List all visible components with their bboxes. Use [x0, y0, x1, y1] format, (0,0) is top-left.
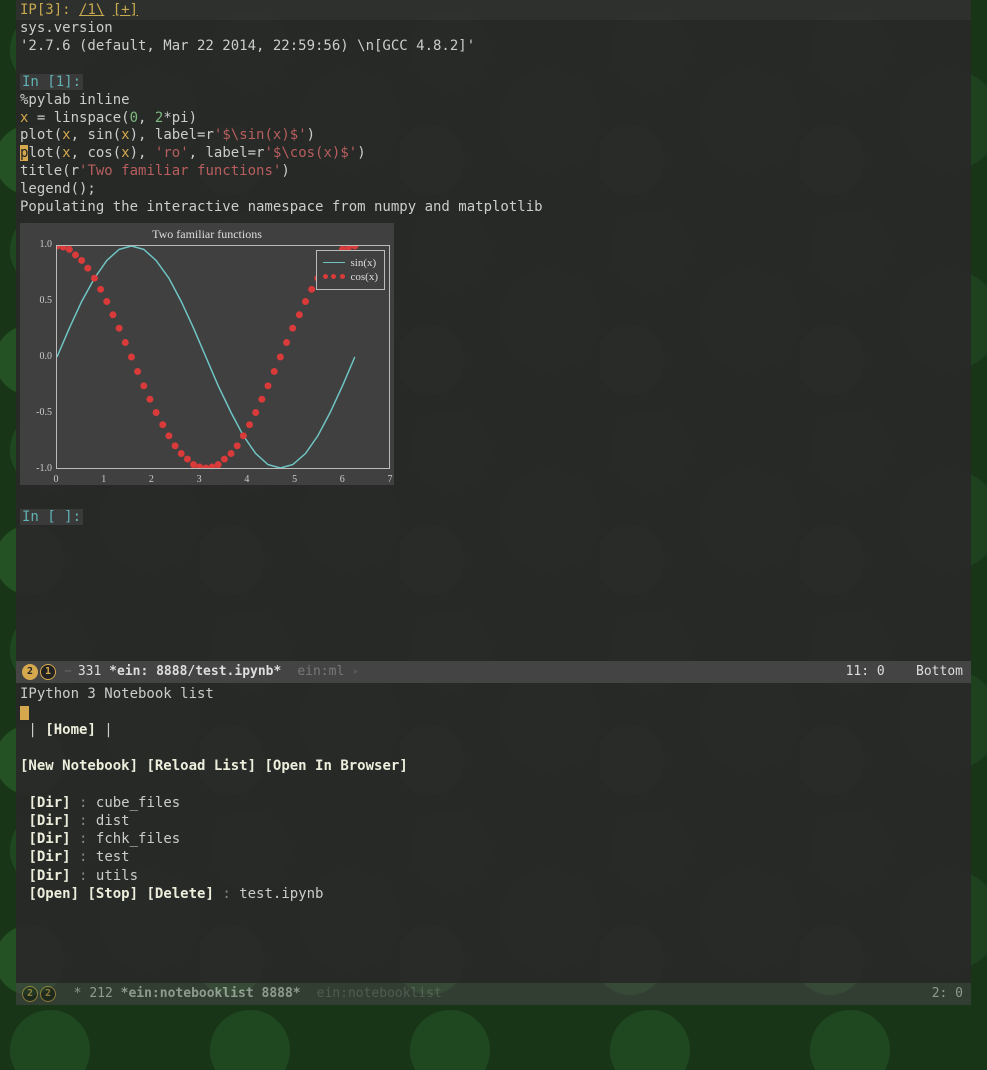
- scroll-pos: Bottom: [916, 664, 963, 679]
- major-mode: ein:ml: [297, 664, 344, 679]
- breadcrumb: | [Home] |: [20, 721, 967, 739]
- dir-button[interactable]: [Dir]: [28, 795, 70, 811]
- open-in-browser-button[interactable]: [Open In Browser]: [264, 758, 407, 774]
- modeline-bottom: 2 2 * 212 *ein:notebooklist 8888* ein:no…: [16, 983, 971, 1005]
- dir-button[interactable]: [Dir]: [28, 831, 70, 847]
- delete-button[interactable]: [Delete]: [146, 886, 213, 902]
- code-line[interactable]: x = linspace(0, 2*pi): [16, 110, 971, 128]
- tab-bar: IP[3]: /1\ [+]: [16, 0, 971, 20]
- tab-add[interactable]: [+]: [113, 2, 138, 18]
- reload-list-button[interactable]: [Reload List]: [146, 758, 256, 774]
- cell-prompt: In [ ]:: [16, 509, 971, 527]
- size-indicator: 212: [89, 986, 112, 1001]
- legend-cos: cos(x): [351, 271, 379, 283]
- output-line: '2.7.6 (default, Mar 22 2014, 22:59:56) …: [16, 38, 971, 56]
- output-line: Populating the interactive namespace fro…: [16, 199, 971, 217]
- cell-prompt: In [1]:: [16, 74, 971, 92]
- window-number-icon: 2: [22, 986, 38, 1002]
- dir-name[interactable]: utils: [96, 868, 138, 884]
- code-line[interactable]: plot(x, cos(x), 'ro', label=r'$\cos(x)$'…: [16, 145, 971, 163]
- code-line[interactable]: plot(x, sin(x), label=r'$\sin(x)$'): [16, 127, 971, 145]
- open-button[interactable]: [Open]: [28, 886, 79, 902]
- code-line[interactable]: %pylab inline: [16, 92, 971, 110]
- dir-name[interactable]: cube_files: [96, 795, 180, 811]
- cursor-pos: 2: 0: [932, 986, 963, 1001]
- cursor: [20, 706, 29, 720]
- dir-name[interactable]: fchk_files: [96, 831, 180, 847]
- notebooklist-pane: IPython 3 Notebook list | [Home] | [New …: [16, 683, 971, 983]
- stop-button[interactable]: [Stop]: [87, 886, 138, 902]
- buffer-number-icon: 2: [40, 986, 56, 1002]
- dir-button[interactable]: [Dir]: [28, 868, 70, 884]
- buffer-name: *ein:notebooklist 8888*: [121, 986, 301, 1001]
- chart-title: Two familiar functions: [20, 227, 394, 242]
- major-mode: ein:notebooklist: [317, 986, 442, 1001]
- tab-active[interactable]: /1\: [79, 2, 104, 18]
- new-notebook-button[interactable]: [New Notebook]: [20, 758, 138, 774]
- code-line[interactable]: title(r'Two familiar functions'): [16, 163, 971, 181]
- dir-name[interactable]: dist: [96, 813, 130, 829]
- chart-legend: sin(x) cos(x): [316, 250, 386, 290]
- buffer-name: *ein: 8888/test.ipynb*: [109, 664, 281, 679]
- size-indicator: 331: [78, 664, 101, 679]
- chart-output: Two familiar functions sin(x) cos(x) -1.…: [20, 223, 394, 485]
- legend-sin: sin(x): [351, 257, 377, 269]
- file-name[interactable]: test.ipynb: [239, 886, 323, 902]
- cursor-pos: 11: 0: [846, 664, 885, 679]
- buffer-number-icon: 1: [40, 664, 56, 680]
- code-line[interactable]: legend();: [16, 181, 971, 199]
- home-button[interactable]: [Home]: [45, 722, 96, 738]
- notebook-pane: sys.version '2.7.6 (default, Mar 22 2014…: [16, 20, 971, 545]
- code-line[interactable]: sys.version: [16, 20, 971, 38]
- dir-button[interactable]: [Dir]: [28, 813, 70, 829]
- window-number-icon: 2: [22, 664, 38, 680]
- dir-name[interactable]: test: [96, 849, 130, 865]
- nblist-title: IPython 3 Notebook list: [20, 685, 967, 703]
- dir-button[interactable]: [Dir]: [28, 849, 70, 865]
- tab-prefix: IP[3]:: [20, 2, 71, 18]
- modeline-top: 2 1 − 331 *ein: 8888/test.ipynb* ein:ml …: [16, 661, 971, 683]
